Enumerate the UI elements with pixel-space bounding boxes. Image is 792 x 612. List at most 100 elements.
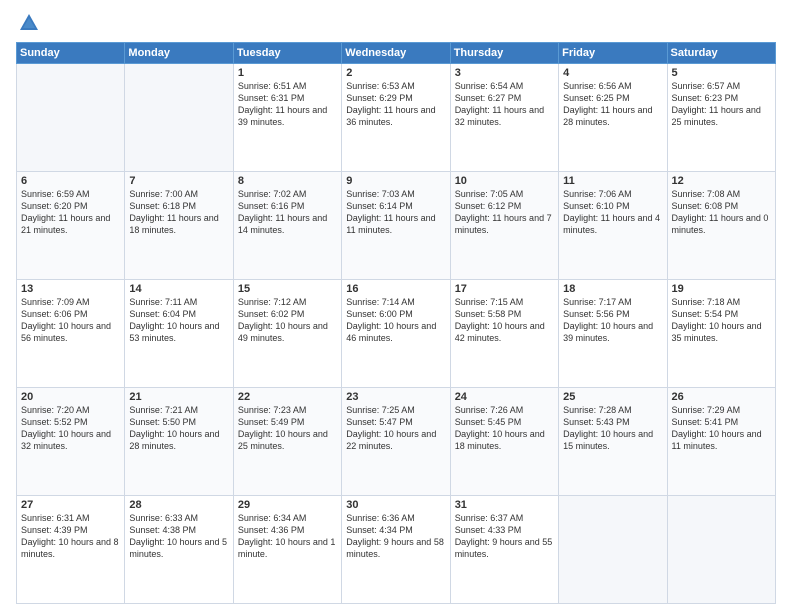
day-info: Sunrise: 7:03 AMSunset: 6:14 PMDaylight:… bbox=[346, 188, 445, 237]
calendar-cell: 2Sunrise: 6:53 AMSunset: 6:29 PMDaylight… bbox=[342, 64, 450, 172]
calendar-cell: 15Sunrise: 7:12 AMSunset: 6:02 PMDayligh… bbox=[233, 280, 341, 388]
day-info: Sunrise: 7:18 AMSunset: 5:54 PMDaylight:… bbox=[672, 296, 771, 345]
day-info: Sunrise: 6:53 AMSunset: 6:29 PMDaylight:… bbox=[346, 80, 445, 129]
day-number: 24 bbox=[455, 391, 554, 403]
day-number: 7 bbox=[129, 175, 228, 187]
calendar-cell: 29Sunrise: 6:34 AMSunset: 4:36 PMDayligh… bbox=[233, 496, 341, 604]
logo bbox=[16, 12, 40, 34]
day-info: Sunrise: 7:20 AMSunset: 5:52 PMDaylight:… bbox=[21, 404, 120, 453]
day-info: Sunrise: 6:33 AMSunset: 4:38 PMDaylight:… bbox=[129, 512, 228, 561]
day-info: Sunrise: 6:51 AMSunset: 6:31 PMDaylight:… bbox=[238, 80, 337, 129]
weekday-header-saturday: Saturday bbox=[667, 43, 775, 64]
day-info: Sunrise: 7:00 AMSunset: 6:18 PMDaylight:… bbox=[129, 188, 228, 237]
calendar-cell: 14Sunrise: 7:11 AMSunset: 6:04 PMDayligh… bbox=[125, 280, 233, 388]
day-info: Sunrise: 7:08 AMSunset: 6:08 PMDaylight:… bbox=[672, 188, 771, 237]
calendar-cell: 20Sunrise: 7:20 AMSunset: 5:52 PMDayligh… bbox=[17, 388, 125, 496]
calendar-cell: 26Sunrise: 7:29 AMSunset: 5:41 PMDayligh… bbox=[667, 388, 775, 496]
calendar-cell: 12Sunrise: 7:08 AMSunset: 6:08 PMDayligh… bbox=[667, 172, 775, 280]
day-info: Sunrise: 6:36 AMSunset: 4:34 PMDaylight:… bbox=[346, 512, 445, 561]
day-number: 25 bbox=[563, 391, 662, 403]
calendar-cell: 24Sunrise: 7:26 AMSunset: 5:45 PMDayligh… bbox=[450, 388, 558, 496]
day-number: 13 bbox=[21, 283, 120, 295]
day-number: 16 bbox=[346, 283, 445, 295]
calendar-cell: 22Sunrise: 7:23 AMSunset: 5:49 PMDayligh… bbox=[233, 388, 341, 496]
calendar-cell: 17Sunrise: 7:15 AMSunset: 5:58 PMDayligh… bbox=[450, 280, 558, 388]
day-info: Sunrise: 6:34 AMSunset: 4:36 PMDaylight:… bbox=[238, 512, 337, 561]
weekday-header-row: SundayMondayTuesdayWednesdayThursdayFrid… bbox=[17, 43, 776, 64]
weekday-header-monday: Monday bbox=[125, 43, 233, 64]
calendar-cell: 27Sunrise: 6:31 AMSunset: 4:39 PMDayligh… bbox=[17, 496, 125, 604]
day-number: 18 bbox=[563, 283, 662, 295]
calendar-cell: 16Sunrise: 7:14 AMSunset: 6:00 PMDayligh… bbox=[342, 280, 450, 388]
day-number: 23 bbox=[346, 391, 445, 403]
calendar-cell: 8Sunrise: 7:02 AMSunset: 6:16 PMDaylight… bbox=[233, 172, 341, 280]
day-info: Sunrise: 6:31 AMSunset: 4:39 PMDaylight:… bbox=[21, 512, 120, 561]
day-number: 4 bbox=[563, 67, 662, 79]
day-number: 8 bbox=[238, 175, 337, 187]
week-row-4: 27Sunrise: 6:31 AMSunset: 4:39 PMDayligh… bbox=[17, 496, 776, 604]
logo-icon bbox=[18, 12, 40, 34]
calendar-cell: 4Sunrise: 6:56 AMSunset: 6:25 PMDaylight… bbox=[559, 64, 667, 172]
day-number: 17 bbox=[455, 283, 554, 295]
calendar-cell bbox=[17, 64, 125, 172]
day-info: Sunrise: 6:57 AMSunset: 6:23 PMDaylight:… bbox=[672, 80, 771, 129]
day-number: 22 bbox=[238, 391, 337, 403]
calendar-cell: 9Sunrise: 7:03 AMSunset: 6:14 PMDaylight… bbox=[342, 172, 450, 280]
day-number: 1 bbox=[238, 67, 337, 79]
day-number: 12 bbox=[672, 175, 771, 187]
day-number: 30 bbox=[346, 499, 445, 511]
day-info: Sunrise: 7:21 AMSunset: 5:50 PMDaylight:… bbox=[129, 404, 228, 453]
calendar-cell: 5Sunrise: 6:57 AMSunset: 6:23 PMDaylight… bbox=[667, 64, 775, 172]
day-number: 27 bbox=[21, 499, 120, 511]
day-number: 31 bbox=[455, 499, 554, 511]
calendar-cell: 31Sunrise: 6:37 AMSunset: 4:33 PMDayligh… bbox=[450, 496, 558, 604]
calendar-cell: 25Sunrise: 7:28 AMSunset: 5:43 PMDayligh… bbox=[559, 388, 667, 496]
day-info: Sunrise: 7:14 AMSunset: 6:00 PMDaylight:… bbox=[346, 296, 445, 345]
day-info: Sunrise: 7:28 AMSunset: 5:43 PMDaylight:… bbox=[563, 404, 662, 453]
calendar-cell: 30Sunrise: 6:36 AMSunset: 4:34 PMDayligh… bbox=[342, 496, 450, 604]
day-number: 6 bbox=[21, 175, 120, 187]
day-number: 28 bbox=[129, 499, 228, 511]
day-number: 5 bbox=[672, 67, 771, 79]
calendar-cell: 10Sunrise: 7:05 AMSunset: 6:12 PMDayligh… bbox=[450, 172, 558, 280]
day-info: Sunrise: 7:06 AMSunset: 6:10 PMDaylight:… bbox=[563, 188, 662, 237]
day-number: 29 bbox=[238, 499, 337, 511]
day-number: 21 bbox=[129, 391, 228, 403]
day-number: 11 bbox=[563, 175, 662, 187]
day-number: 10 bbox=[455, 175, 554, 187]
day-info: Sunrise: 7:05 AMSunset: 6:12 PMDaylight:… bbox=[455, 188, 554, 237]
day-number: 19 bbox=[672, 283, 771, 295]
header bbox=[16, 12, 776, 34]
calendar-cell: 3Sunrise: 6:54 AMSunset: 6:27 PMDaylight… bbox=[450, 64, 558, 172]
calendar-cell: 11Sunrise: 7:06 AMSunset: 6:10 PMDayligh… bbox=[559, 172, 667, 280]
calendar-cell: 13Sunrise: 7:09 AMSunset: 6:06 PMDayligh… bbox=[17, 280, 125, 388]
calendar-cell bbox=[125, 64, 233, 172]
weekday-header-sunday: Sunday bbox=[17, 43, 125, 64]
weekday-header-tuesday: Tuesday bbox=[233, 43, 341, 64]
calendar-cell: 1Sunrise: 6:51 AMSunset: 6:31 PMDaylight… bbox=[233, 64, 341, 172]
weekday-header-thursday: Thursday bbox=[450, 43, 558, 64]
day-info: Sunrise: 6:37 AMSunset: 4:33 PMDaylight:… bbox=[455, 512, 554, 561]
week-row-0: 1Sunrise: 6:51 AMSunset: 6:31 PMDaylight… bbox=[17, 64, 776, 172]
day-number: 20 bbox=[21, 391, 120, 403]
calendar-cell bbox=[559, 496, 667, 604]
weekday-header-wednesday: Wednesday bbox=[342, 43, 450, 64]
day-info: Sunrise: 6:59 AMSunset: 6:20 PMDaylight:… bbox=[21, 188, 120, 237]
day-info: Sunrise: 7:09 AMSunset: 6:06 PMDaylight:… bbox=[21, 296, 120, 345]
calendar-cell bbox=[667, 496, 775, 604]
week-row-2: 13Sunrise: 7:09 AMSunset: 6:06 PMDayligh… bbox=[17, 280, 776, 388]
week-row-1: 6Sunrise: 6:59 AMSunset: 6:20 PMDaylight… bbox=[17, 172, 776, 280]
day-info: Sunrise: 7:25 AMSunset: 5:47 PMDaylight:… bbox=[346, 404, 445, 453]
day-number: 9 bbox=[346, 175, 445, 187]
day-info: Sunrise: 7:12 AMSunset: 6:02 PMDaylight:… bbox=[238, 296, 337, 345]
day-number: 26 bbox=[672, 391, 771, 403]
day-info: Sunrise: 7:23 AMSunset: 5:49 PMDaylight:… bbox=[238, 404, 337, 453]
calendar-cell: 19Sunrise: 7:18 AMSunset: 5:54 PMDayligh… bbox=[667, 280, 775, 388]
calendar-cell: 18Sunrise: 7:17 AMSunset: 5:56 PMDayligh… bbox=[559, 280, 667, 388]
day-info: Sunrise: 7:17 AMSunset: 5:56 PMDaylight:… bbox=[563, 296, 662, 345]
calendar-cell: 6Sunrise: 6:59 AMSunset: 6:20 PMDaylight… bbox=[17, 172, 125, 280]
day-number: 15 bbox=[238, 283, 337, 295]
day-info: Sunrise: 7:15 AMSunset: 5:58 PMDaylight:… bbox=[455, 296, 554, 345]
day-number: 14 bbox=[129, 283, 228, 295]
day-number: 3 bbox=[455, 67, 554, 79]
